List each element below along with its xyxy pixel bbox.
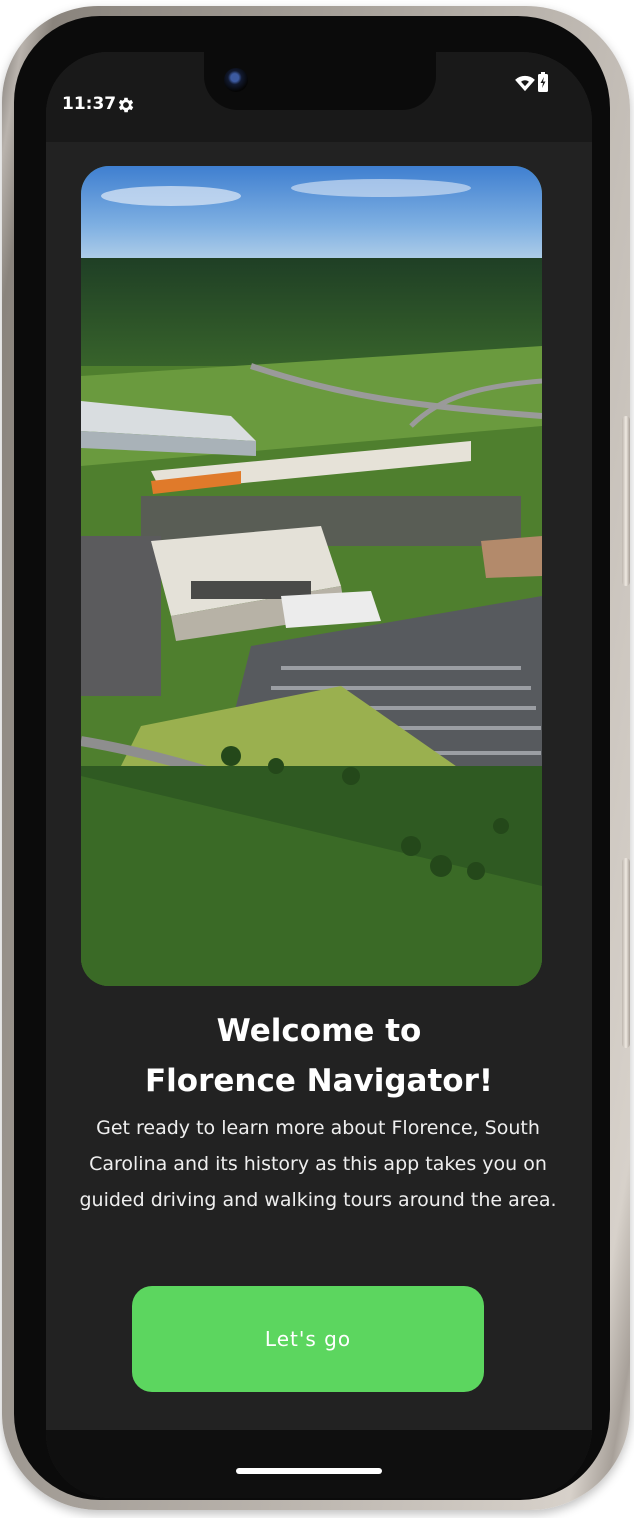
welcome-title-line1: Welcome to	[216, 1013, 422, 1049]
status-bar: 11:37	[46, 52, 592, 142]
wifi-icon	[515, 75, 535, 92]
gesture-nav-area	[46, 1430, 592, 1498]
power-button	[622, 858, 630, 1048]
lets-go-button[interactable]: Let's go	[132, 1286, 484, 1392]
welcome-title: Welcome to Florence Navigator!	[46, 1006, 592, 1106]
phone-frame: 11:37 Welcome to Florence Navigator! Get…	[2, 6, 630, 1510]
gear-icon	[118, 97, 134, 113]
battery-icon	[538, 72, 548, 92]
app-screen: 11:37 Welcome to Florence Navigator! Get…	[46, 52, 592, 1498]
front-camera	[224, 68, 248, 92]
volume-button	[622, 416, 630, 586]
welcome-title-line2: Florence Navigator!	[144, 1063, 494, 1099]
hero-aerial-image	[81, 166, 542, 986]
welcome-description: Get ready to learn more about Florence, …	[79, 1117, 557, 1211]
status-time: 11:37	[62, 94, 117, 114]
aerial-illustration	[81, 166, 542, 986]
home-indicator[interactable]	[236, 1468, 382, 1474]
phone-bezel: 11:37 Welcome to Florence Navigator! Get…	[14, 16, 610, 1500]
